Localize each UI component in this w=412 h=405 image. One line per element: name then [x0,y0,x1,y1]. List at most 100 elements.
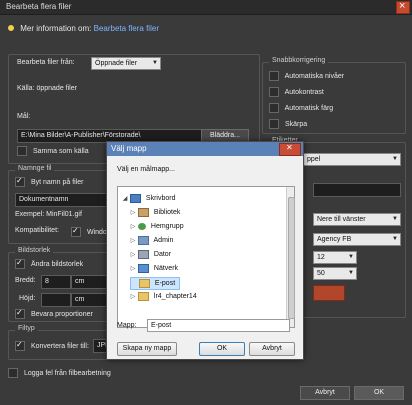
expand-icon[interactable]: ▷ [130,264,136,275]
convert-option[interactable]: Konvertera filer till: [15,341,89,351]
auto-color-checkbox[interactable] [269,103,279,113]
tree-item-homegroup[interactable]: ▷ Hemgrupp [130,221,184,232]
window-titlebar: Bearbeta flera filer [0,0,412,15]
window-title: Bearbeta flera filer [6,2,72,11]
expand-icon[interactable]: ▷ [130,250,136,261]
tree-item-label: Dator [153,251,172,258]
lightbulb-icon [8,25,14,31]
width-label: Bredd: [15,277,36,284]
opacity-select[interactable]: 50 [313,267,357,280]
expand-icon[interactable]: ▷ [130,292,136,303]
constrain-option[interactable]: Bevara proportioner [15,309,93,319]
dialog-cancel-button[interactable]: Avbryt [249,342,295,356]
quickfix-sharpen[interactable]: Skärpa [269,119,307,129]
tree-item-label: E-post [154,280,176,287]
process-from-select[interactable]: Öppnade filer [91,57,161,70]
sharpen-checkbox[interactable] [269,119,279,129]
same-as-source-option[interactable]: Samma som källa [17,146,89,156]
rename-checkbox[interactable] [15,177,25,187]
info-line: Mer information om: Bearbeta flera filer [8,24,159,33]
help-link[interactable]: Bearbeta flera filer [94,24,159,33]
tree-item-label: Skrivbord [145,195,176,202]
font-select[interactable]: Agency FB [313,233,401,246]
network-icon [137,263,149,273]
tree-item-label: Hemgrupp [150,223,184,230]
same-as-source-checkbox[interactable] [17,146,27,156]
example-text: Exempel: MinFil01.gif [15,211,82,218]
sharpen-label: Skärpa [284,120,308,128]
tree-item-lr4-chapter14[interactable]: ▷ lr4_chapter14 [130,291,197,302]
constrain-label: Bevara proportioner [30,310,93,318]
homegroup-icon [137,222,146,230]
computer-icon [137,249,149,259]
label-text-field[interactable] [313,183,401,197]
expand-icon[interactable]: ▷ [130,222,136,233]
destination-label: Mål: [17,113,31,120]
info-text: Mer information om: [20,24,92,33]
resize-label: Ändra bildstorlek [30,260,84,268]
dialog-close-button[interactable] [279,143,301,156]
dialog-titlebar: Välj mapp [107,142,303,156]
collapse-icon[interactable]: ◢ [122,194,128,205]
main-ok-button[interactable]: OK [354,386,404,400]
folder-icon [138,278,150,288]
filetype-group-title: Filtyp [15,325,38,332]
quickfix-auto-contrast[interactable]: Autokontrast [269,87,324,97]
tree-item-label: Admin [153,237,174,244]
new-folder-button[interactable]: Skapa ny mapp [117,342,177,356]
dialog-ok-button[interactable]: OK [199,342,245,356]
log-errors-checkbox[interactable] [8,368,18,378]
position-select[interactable]: Nere till vänster [313,213,401,226]
width-input[interactable]: 8 [41,275,71,289]
resize-group-title: Bildstorlek [15,247,54,254]
convert-label: Konvertera filer till: [30,342,89,350]
resize-checkbox[interactable] [15,259,25,269]
folder-icon [137,291,149,301]
tree-item-desktop[interactable]: ◢ Skrivbord [122,193,175,204]
rename-option[interactable]: Byt namn på filer [15,177,83,187]
choose-folder-dialog: Välj mapp Välj en målmapp... ◢ Skrivbord… [106,141,304,360]
label-type-select[interactable]: ppel [303,153,401,166]
rename-label: Byt namn på filer [30,178,84,186]
quickfix-auto-color[interactable]: Automatisk färg [269,103,333,113]
expand-icon[interactable]: ▷ [130,208,136,219]
tree-item-network[interactable]: ▷ Nätverk [130,263,178,274]
expand-icon[interactable]: ▷ [130,236,136,247]
desktop-icon [129,193,141,203]
auto-contrast-checkbox[interactable] [269,87,279,97]
tree-item-epost[interactable]: E-post [130,277,181,290]
dialog-title: Välj mapp [111,144,147,153]
tree-scrollbar[interactable] [286,187,295,327]
folder-tree[interactable]: ◢ Skrivbord ▷ Bibliotek ▷ Hemgrupp ▷ Adm… [117,186,295,328]
compat-windows-checkbox[interactable] [71,227,81,237]
log-errors-option[interactable]: Logga fel från filbearbetning [8,368,111,378]
font-size-select[interactable]: 12 [313,251,357,264]
same-as-source-label: Samma som källa [32,147,89,155]
quickfix-group: Snabbkorrigering Automatiska nivåer Auto… [262,57,406,134]
height-input[interactable] [41,293,71,307]
main-cancel-button[interactable]: Avbryt [300,386,350,400]
tree-scroll-thumb[interactable] [288,197,295,319]
auto-levels-checkbox[interactable] [269,71,279,81]
log-errors-label: Logga fel från filbearbetning [23,369,111,377]
color-swatch[interactable] [313,285,345,301]
auto-levels-label: Automatiska nivåer [284,72,345,80]
resize-option[interactable]: Ändra bildstorlek [15,259,83,269]
auto-color-label: Automatisk färg [284,104,334,112]
folder-name-input[interactable]: E-post [147,319,290,332]
tree-item-library[interactable]: ▷ Bibliotek [130,207,180,218]
folder-label: Mapp: [117,322,137,329]
convert-checkbox[interactable] [15,341,25,351]
quickfix-group-title: Snabbkorrigering [269,57,329,64]
dialog-prompt: Välj en målmapp... [117,166,175,173]
user-folder-icon [137,235,149,245]
naming-group-title: Namnge fil [15,165,55,172]
tree-item-computer[interactable]: ▷ Dator [130,249,171,260]
height-label: Höjd: [19,295,36,302]
name-pattern-field[interactable]: Dokumentnamn [15,193,107,207]
tree-item-label: lr4_chapter14 [153,293,197,300]
constrain-checkbox[interactable] [15,309,25,319]
tree-item-admin[interactable]: ▷ Admin [130,235,173,246]
window-close-button[interactable] [396,0,410,14]
quickfix-auto-levels[interactable]: Automatiska nivåer [269,71,344,81]
